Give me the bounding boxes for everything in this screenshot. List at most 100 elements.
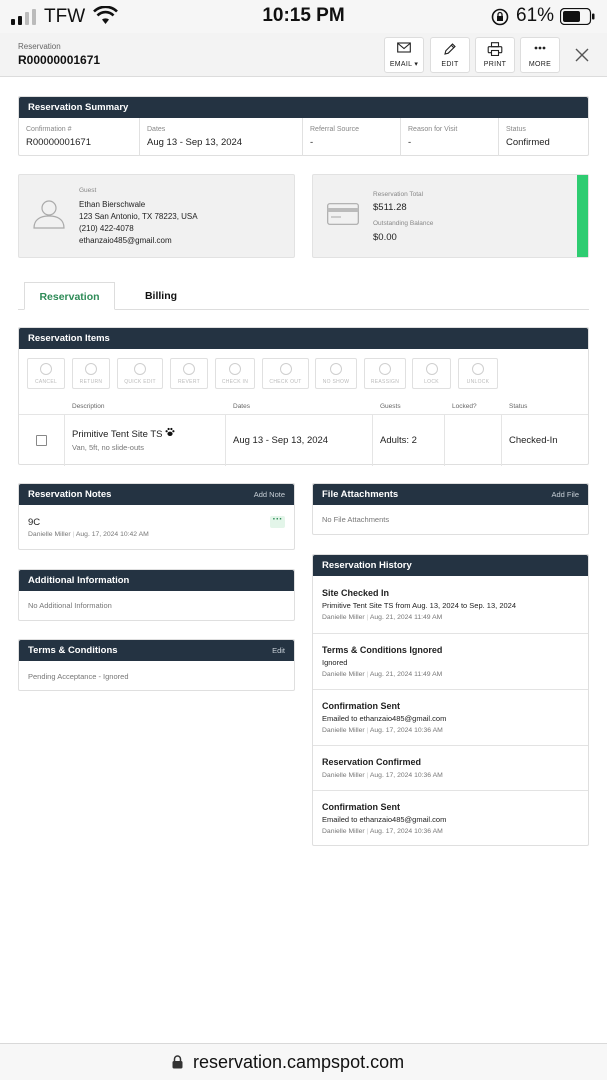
pencil-icon: [444, 43, 456, 55]
orientation-lock-icon: [491, 8, 509, 26]
reservation-id: R00000001671: [18, 53, 101, 67]
terms-card-header: Terms & Conditions Edit: [19, 640, 294, 661]
tab-billing[interactable]: Billing: [126, 282, 196, 310]
action-label: NO SHOW: [322, 379, 350, 385]
summary-field-value: -: [310, 137, 314, 148]
history-entry-time: Aug. 17, 2024 10:36 AM: [369, 772, 443, 779]
action-label: CHECK OUT: [269, 379, 302, 385]
locked-cell: [445, 415, 502, 466]
edit-terms-button[interactable]: Edit: [272, 646, 285, 655]
tab-reservation[interactable]: Reservation: [24, 282, 115, 310]
attachments-empty: No File Attachments: [322, 515, 390, 524]
unlock-button[interactable]: UNLOCK: [458, 358, 498, 389]
additional-title: Additional Information: [28, 575, 130, 586]
close-icon[interactable]: [572, 45, 592, 65]
history-entry-desc: Emailed to ethanzaio485@gmail.com: [322, 815, 447, 824]
note-author: Danielle Miller: [28, 531, 71, 538]
file-attachments-card: File Attachments Add File No File Attach…: [312, 483, 589, 535]
revert-button[interactable]: REVERT: [170, 358, 208, 389]
check-out-button[interactable]: CHECK OUT: [262, 358, 309, 389]
no-show-button[interactable]: NO SHOW: [315, 358, 357, 389]
summary-field-value: R00000001671: [26, 137, 91, 148]
credit-card-icon: [327, 203, 359, 225]
action-label: RETURN: [79, 379, 103, 385]
reservation-header: Reservation R00000001671 EMAIL ▾ EDIT PR…: [0, 33, 607, 77]
summary-referral: Referral Source -: [303, 118, 401, 156]
guest-email: ethanzaio485@gmail.com: [79, 236, 172, 245]
caret-down-icon: ▾: [414, 61, 419, 68]
history-entry-author: Danielle Miller: [322, 772, 365, 779]
battery-percent: 61%: [516, 5, 555, 26]
history-entry-author: Danielle Miller: [322, 727, 365, 734]
printer-icon: [487, 42, 503, 56]
action-label: LOCK: [424, 379, 439, 385]
check-in-button[interactable]: CHECK IN: [215, 358, 255, 389]
summary-confirmation: Confirmation # R00000001671: [19, 118, 140, 156]
note-options-button[interactable]: ···: [270, 514, 285, 528]
history-entry-author: Danielle Miller: [322, 671, 365, 678]
url-text: reservation.campspot.com: [193, 1052, 405, 1072]
item-guests: Adults: 2: [380, 435, 417, 446]
more-dots-icon: [534, 46, 546, 50]
action-label: CANCEL: [34, 379, 58, 385]
add-note-button[interactable]: Add Note: [254, 490, 285, 499]
notes-card-header: Reservation Notes Add Note: [19, 484, 294, 505]
history-entry-meta: Danielle Miller | Aug. 17, 2024 10:36 AM: [322, 772, 443, 779]
terms-status: Pending Acceptance - Ignored: [28, 672, 129, 681]
more-dots-icon: ···: [272, 514, 283, 525]
history-entry-title: Confirmation Sent: [322, 802, 400, 812]
summary-field-label: Reason for Visit: [408, 126, 458, 133]
item-dates: Aug 13 - Sep 13, 2024: [233, 435, 329, 446]
history-card-header: Reservation History: [313, 555, 588, 576]
reassign-icon: [379, 363, 391, 375]
browser-url-bar[interactable]: reservation.campspot.com: [0, 1043, 607, 1080]
envelope-icon: [397, 42, 411, 53]
balance-label: Outstanding Balance: [373, 220, 434, 227]
quick-edit-button[interactable]: QUICK EDIT: [117, 358, 163, 389]
site-name: Primitive Tent Site TS: [72, 429, 163, 440]
add-file-button[interactable]: Add File: [551, 490, 579, 499]
history-entry-desc: Primitive Tent Site TS from Aug. 13, 202…: [322, 601, 517, 610]
no-show-icon: [330, 363, 342, 375]
more-button[interactable]: MORE: [520, 37, 560, 73]
history-entry-title: Confirmation Sent: [322, 701, 400, 711]
note-text: 9C: [28, 517, 41, 528]
reservation-history-card: Reservation History Site Checked In Prim…: [312, 554, 589, 846]
row-checkbox[interactable]: [36, 435, 47, 446]
edit-button[interactable]: EDIT: [430, 37, 470, 73]
total-label: Reservation Total: [373, 191, 424, 198]
lock-button[interactable]: LOCK: [412, 358, 451, 389]
cancel-icon: [40, 363, 52, 375]
reassign-button[interactable]: REASSIGN: [364, 358, 406, 389]
email-button[interactable]: EMAIL ▾: [384, 37, 424, 73]
guests-cell: Adults: 2: [373, 415, 445, 466]
column-locked: Locked?: [452, 403, 477, 410]
table-row[interactable]: Primitive Tent Site TS Van, 5ft, no slid…: [19, 414, 588, 466]
note-meta: Danielle Miller | Aug. 17, 2024 10:42 AM: [28, 531, 149, 538]
action-label: REASSIGN: [370, 379, 400, 385]
history-entry-meta: Danielle Miller | Aug. 21, 2024 11:49 AM: [322, 671, 443, 678]
items-card-header: Reservation Items: [19, 328, 588, 349]
revert-icon: [183, 363, 195, 375]
additional-information-card: Additional Information No Additional Inf…: [18, 569, 295, 621]
unlock-icon: [472, 363, 484, 375]
attachments-title: File Attachments: [322, 489, 399, 500]
print-button[interactable]: PRINT: [475, 37, 515, 73]
history-entry: Confirmation Sent Emailed to ethanzaio48…: [313, 790, 588, 846]
terms-conditions-card: Terms & Conditions Edit Pending Acceptan…: [18, 639, 295, 691]
cancel-button[interactable]: CANCEL: [27, 358, 65, 389]
lock-icon: [172, 1055, 183, 1069]
history-entry-meta: Danielle Miller | Aug. 17, 2024 10:36 AM: [322, 727, 443, 734]
return-button[interactable]: RETURN: [72, 358, 110, 389]
history-entry-author: Danielle Miller: [322, 614, 365, 621]
guest-card[interactable]: Guest Ethan Bierschwale 123 San Antonio,…: [18, 174, 295, 258]
additional-empty: No Additional Information: [28, 601, 112, 610]
history-entry: Reservation Confirmed Danielle Miller | …: [313, 745, 588, 790]
column-status: Status: [509, 403, 528, 410]
item-status: Checked-In: [509, 435, 558, 446]
reservation-summary-card: Reservation Summary Confirmation # R0000…: [18, 96, 589, 156]
action-label: UNLOCK: [466, 379, 490, 385]
return-icon: [85, 363, 97, 375]
reservation-total-card[interactable]: Reservation Total $511.28 Outstanding Ba…: [312, 174, 589, 258]
action-label: CHECK IN: [221, 379, 249, 385]
